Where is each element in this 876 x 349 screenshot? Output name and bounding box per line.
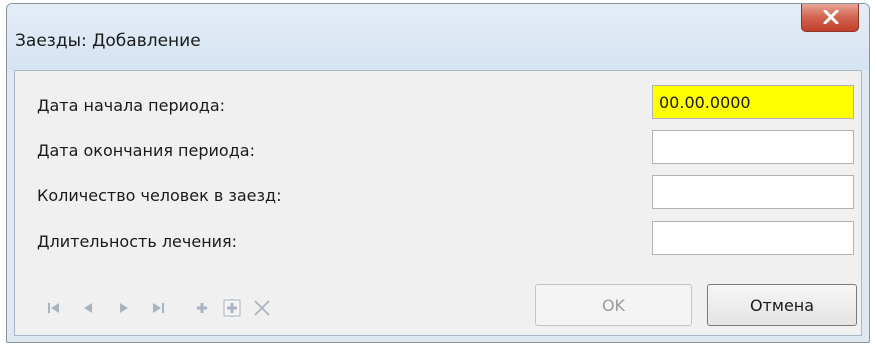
close-button[interactable] — [801, 4, 859, 32]
insert-record-button[interactable] — [191, 297, 213, 319]
dialog-window: Заезды: Добавление Дата начала периода: … — [6, 3, 870, 343]
delete-record-icon — [254, 300, 270, 316]
first-record-button[interactable] — [43, 297, 65, 319]
close-icon — [823, 10, 839, 24]
delete-record-button[interactable] — [251, 297, 273, 319]
last-record-button[interactable] — [147, 297, 169, 319]
append-record-button[interactable] — [221, 297, 243, 319]
people-count-label: Количество человек в заезд: — [37, 186, 282, 205]
start-date-field[interactable] — [652, 85, 854, 119]
last-record-icon — [153, 303, 164, 313]
title-bar[interactable]: Заезды: Добавление — [7, 4, 869, 70]
treatment-duration-label: Длительность лечения: — [37, 232, 238, 251]
append-record-icon — [223, 299, 241, 317]
end-date-label: Дата окончания периода: — [37, 141, 255, 160]
prior-record-icon — [84, 303, 92, 313]
next-record-button[interactable] — [113, 297, 135, 319]
first-record-icon — [48, 303, 59, 313]
start-date-label: Дата начала периода: — [37, 96, 226, 115]
people-count-field[interactable] — [652, 175, 854, 209]
prior-record-button[interactable] — [77, 297, 99, 319]
insert-record-icon — [197, 303, 207, 313]
next-record-icon — [120, 303, 128, 313]
dialog-body: Дата начала периода: Дата окончания пери… — [14, 70, 862, 336]
end-date-field[interactable] — [652, 130, 854, 164]
window-title: Заезды: Добавление — [15, 31, 201, 51]
ok-button[interactable]: OK — [535, 284, 692, 326]
treatment-duration-field[interactable] — [652, 221, 854, 255]
cancel-button[interactable]: Отмена — [707, 284, 857, 326]
